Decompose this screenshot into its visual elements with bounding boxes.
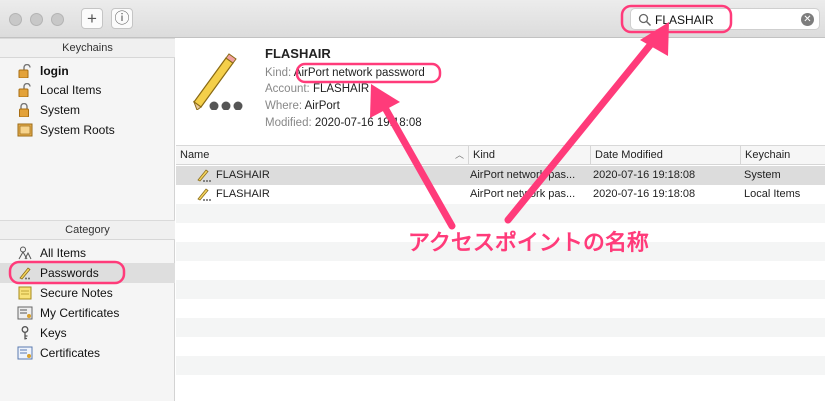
where-value: AirPort — [304, 100, 340, 112]
people-icon — [18, 246, 32, 260]
close-window-button[interactable] — [9, 13, 22, 26]
sidebar-item-label: login — [40, 64, 69, 78]
kind-row: Kind: AirPort network password — [265, 67, 425, 79]
sidebar-item-label: Certificates — [40, 346, 101, 360]
category-header: Category — [0, 220, 175, 240]
modified-value: 2020-07-16 19:18:08 — [314, 117, 422, 129]
empty-row — [176, 261, 825, 280]
sidebar-item-label: Passwords — [40, 266, 99, 280]
search-field[interactable]: FLASHAIR ✕ — [630, 8, 820, 30]
certificate-icon — [17, 346, 33, 360]
sidebar-item-label: All Items — [40, 246, 87, 260]
pencil-icon — [197, 188, 211, 201]
empty-row — [176, 299, 825, 318]
zoom-window-button[interactable] — [51, 13, 64, 26]
modified-label: Modified: — [265, 117, 312, 129]
empty-row — [176, 375, 825, 394]
row-name: FLASHAIR — [216, 188, 270, 200]
sidebar-item-login[interactable]: login — [0, 61, 175, 81]
note-icon — [18, 286, 32, 300]
sidebar-item-passwords[interactable]: Passwords — [0, 263, 175, 283]
row-kind: AirPort network pas... — [470, 188, 576, 200]
cabinet-icon — [17, 123, 33, 137]
sidebar-item-system-roots[interactable]: System Roots — [0, 120, 175, 140]
main-panel: FLASHAIR Kind: AirPort network password … — [176, 38, 825, 401]
row-kind: AirPort network pas... — [470, 169, 576, 181]
sidebar-item-label: Local Items — [40, 83, 102, 97]
row-keychain: System — [744, 169, 781, 181]
keychains-header: Keychains — [0, 38, 175, 58]
info-icon: ⓘ — [114, 10, 130, 27]
sidebar-item-keys[interactable]: Keys — [0, 323, 175, 343]
account-value: FLASHAIR — [312, 83, 370, 95]
sidebar-item-label: Secure Notes — [40, 286, 113, 300]
column-header-keychain[interactable]: Keychain — [740, 146, 825, 165]
item-detail-panel: FLASHAIR Kind: AirPort network password … — [176, 38, 825, 146]
item-title: FLASHAIR — [265, 46, 331, 61]
sort-ascending-icon: ︿ — [454, 150, 464, 160]
sidebar-item-certificates[interactable]: Certificates — [0, 343, 175, 363]
empty-row — [176, 337, 825, 356]
column-header-kind[interactable]: Kind — [468, 146, 590, 165]
table-row[interactable]: FLASHAIR AirPort network pas... 2020-07-… — [176, 185, 825, 204]
modified-row: Modified: 2020-07-16 19:18:08 — [265, 117, 422, 129]
sidebar-item-system[interactable]: System — [0, 100, 175, 120]
lock-icon — [19, 103, 29, 117]
pencil-icon — [19, 267, 31, 280]
kind-label: Kind: — [265, 67, 292, 79]
row-keychain: Local Items — [744, 188, 801, 200]
sidebar-item-label: System Roots — [40, 123, 115, 137]
clear-search-icon[interactable]: ✕ — [801, 13, 814, 26]
where-row: Where: AirPort — [265, 100, 340, 112]
kind-value: AirPort network password — [293, 67, 425, 79]
lock-open-icon — [18, 83, 31, 97]
where-label: Where: — [265, 100, 303, 112]
pencil-icon — [197, 169, 211, 182]
empty-row — [176, 204, 825, 223]
empty-row — [176, 280, 825, 299]
sidebar-item-my-certificates[interactable]: My Certificates — [0, 303, 175, 323]
get-info-button[interactable]: ⓘ — [111, 8, 133, 29]
certificate-icon — [17, 306, 33, 320]
sidebar-item-label: My Certificates — [40, 306, 120, 320]
lock-open-icon — [18, 64, 31, 78]
sidebar: Keychains login Local Items System Syste… — [0, 38, 175, 401]
column-header-date-modified[interactable]: Date Modified — [590, 146, 740, 165]
column-header-name[interactable]: Name ︿ — [176, 146, 468, 165]
sidebar-item-all-items[interactable]: All Items — [0, 243, 175, 263]
account-label: Account: — [265, 83, 310, 95]
search-icon — [638, 13, 652, 27]
annotation-label: アクセスポイントの名称 — [408, 231, 649, 256]
empty-row — [176, 318, 825, 337]
minimize-window-button[interactable] — [30, 13, 43, 26]
plus-icon: + — [87, 9, 97, 28]
search-input[interactable]: FLASHAIR — [655, 13, 714, 27]
row-date-modified: 2020-07-16 19:18:08 — [593, 169, 696, 181]
sidebar-item-label: Keys — [40, 326, 67, 340]
add-item-button[interactable]: + — [81, 8, 103, 29]
sidebar-item-label: System — [40, 103, 81, 117]
key-icon — [21, 326, 29, 340]
table-row[interactable]: FLASHAIR AirPort network pas... 2020-07-… — [176, 166, 825, 185]
empty-row — [176, 356, 825, 375]
table-header: Name ︿ Kind Date Modified Keychain — [176, 146, 825, 165]
sidebar-item-secure-notes[interactable]: Secure Notes — [0, 283, 175, 303]
sidebar-item-local-items[interactable]: Local Items — [0, 80, 175, 100]
title-bar: + ⓘ FLASHAIR ✕ — [0, 0, 825, 38]
account-row: Account: FLASHAIR — [265, 83, 369, 95]
row-name: FLASHAIR — [216, 169, 270, 181]
row-date-modified: 2020-07-16 19:18:08 — [593, 188, 696, 200]
password-pencil-icon — [192, 53, 243, 110]
